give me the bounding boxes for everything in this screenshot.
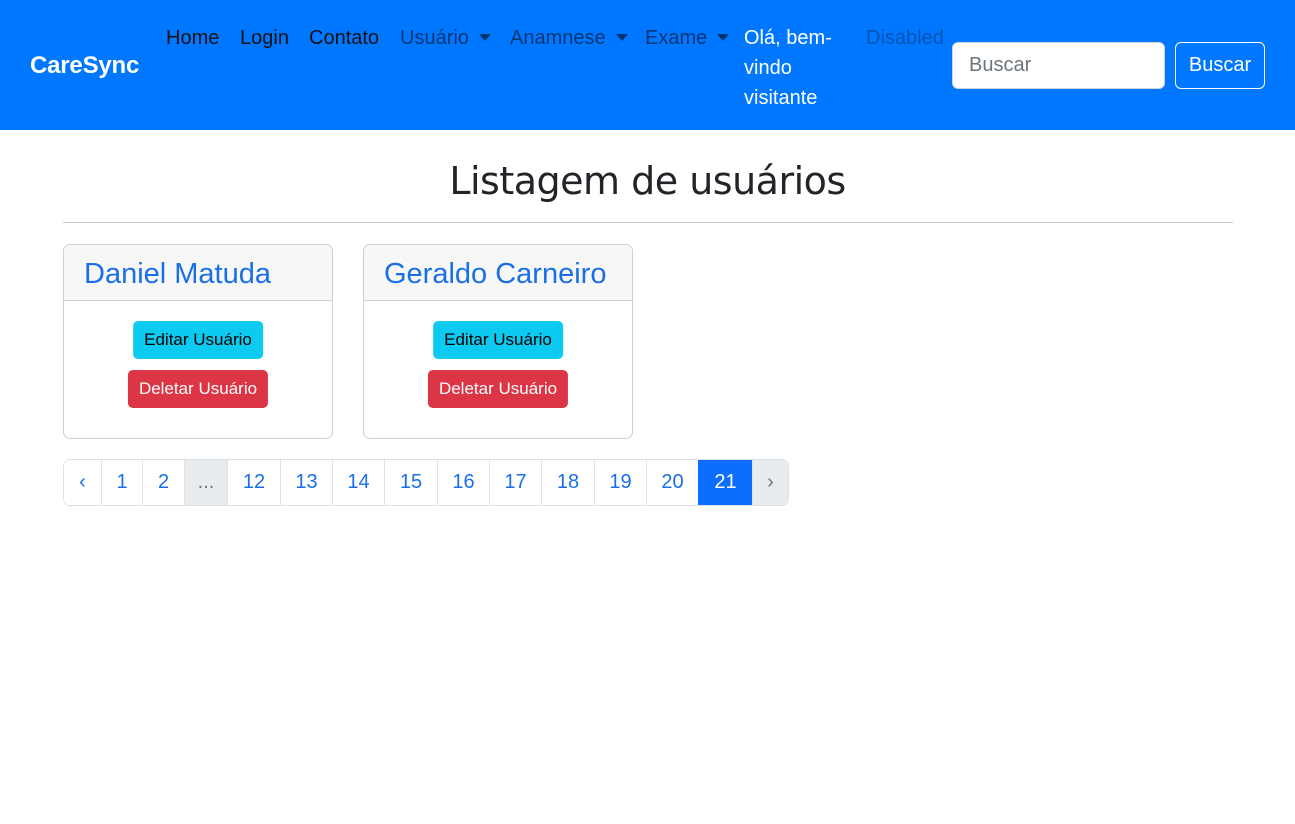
delete-user-button[interactable]: Deletar Usuário xyxy=(127,370,269,408)
pagination-page[interactable]: 12 xyxy=(227,460,280,505)
delete-user-button[interactable]: Deletar Usuário xyxy=(427,370,569,408)
nav-dropdown-anamnese[interactable]: Anamnese xyxy=(510,23,628,53)
pagination-page[interactable]: 16 xyxy=(437,460,489,505)
brand-logo-link[interactable]: CareSync xyxy=(30,52,139,80)
edit-user-button[interactable]: Editar Usuário xyxy=(433,321,563,359)
pagination-page[interactable]: 1 xyxy=(101,460,142,505)
nav-link-home[interactable]: Home xyxy=(166,23,219,53)
page-title: Listagem de usuários xyxy=(449,159,846,203)
pagination-prev-button[interactable]: ‹ xyxy=(64,460,101,505)
pagination-page[interactable]: 13 xyxy=(280,460,332,505)
chevron-down-icon xyxy=(717,33,730,41)
pagination-page[interactable]: 17 xyxy=(489,460,541,505)
user-name: Geraldo Carneiro xyxy=(384,258,607,290)
divider xyxy=(63,222,1233,223)
user-card: Daniel Matuda Editar Usuário Deletar Usu… xyxy=(63,244,333,439)
navbar: CareSync Home Login Contato Usuário Anam… xyxy=(0,0,1295,130)
pagination: ‹ 1 2 ... 12 13 14 15 16 17 18 19 20 21 … xyxy=(63,459,789,506)
edit-user-button[interactable]: Editar Usuário xyxy=(133,321,263,359)
pagination-page[interactable]: 15 xyxy=(384,460,437,505)
pagination-page[interactable]: 14 xyxy=(332,460,384,505)
search-input[interactable] xyxy=(952,42,1165,89)
pagination-page[interactable]: 2 xyxy=(142,460,184,505)
nav-dropdown-usuario-label: Usuário xyxy=(400,27,469,49)
pagination-page[interactable]: 19 xyxy=(594,460,646,505)
nav-link-login[interactable]: Login xyxy=(240,23,289,53)
greeting-text: Olá, bem-vindo visitante xyxy=(744,27,832,109)
pagination-page-current[interactable]: 21 xyxy=(698,460,752,505)
nav-link-contato[interactable]: Contato xyxy=(309,23,379,53)
nav-link-disabled: Disabled xyxy=(866,27,944,49)
user-card-body: Editar Usuário Deletar Usuário xyxy=(64,301,332,438)
pagination-page[interactable]: 20 xyxy=(646,460,698,505)
user-card-body: Editar Usuário Deletar Usuário xyxy=(364,301,632,438)
nav-dropdown-exame[interactable]: Exame xyxy=(645,23,730,53)
user-name: Daniel Matuda xyxy=(84,258,271,290)
nav-dropdown-anamnese-label: Anamnese xyxy=(510,27,606,49)
user-card-header: Daniel Matuda xyxy=(64,245,332,301)
user-card: Geraldo Carneiro Editar Usuário Deletar … xyxy=(363,244,633,439)
pagination-page[interactable]: 18 xyxy=(541,460,594,505)
pagination-next-button[interactable]: › xyxy=(752,460,788,505)
chevron-down-icon xyxy=(478,33,491,41)
nav-dropdown-exame-label: Exame xyxy=(645,27,708,49)
search-button[interactable]: Buscar xyxy=(1175,42,1265,89)
pagination-ellipsis: ... xyxy=(184,460,227,505)
user-card-header: Geraldo Carneiro xyxy=(364,245,632,301)
chevron-down-icon xyxy=(615,33,628,41)
nav-dropdown-usuario[interactable]: Usuário xyxy=(400,23,491,53)
